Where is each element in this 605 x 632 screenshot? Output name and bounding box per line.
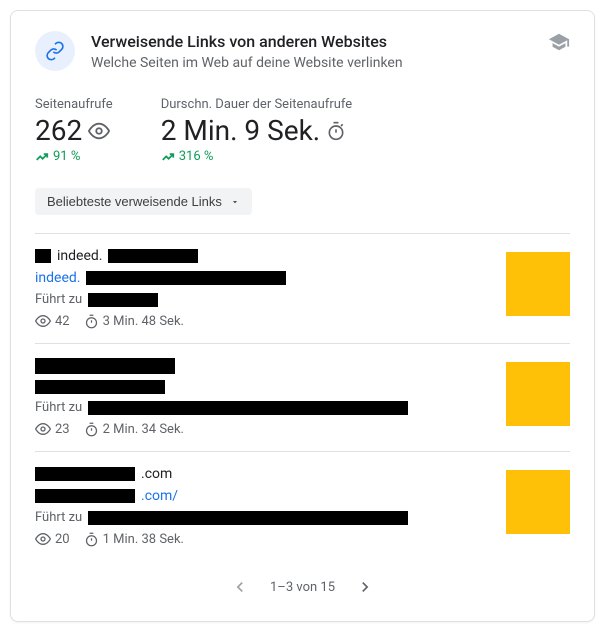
dropdown-label: Beliebteste verweisende Links [47,194,222,209]
item-duration: 1 Min. 38 Sek. [84,532,184,547]
item-source: .com [35,466,490,482]
sort-dropdown[interactable]: Beliebteste verweisende Links [35,188,252,215]
stats-row: Seitenaufrufe 262 91 % Durschn. Dauer de… [35,97,570,164]
redacted-text [35,380,165,394]
referring-links-card: Verweisende Links von anderen Websites W… [10,10,595,622]
item-source: indeed. [35,248,490,264]
item-views: 42 [35,313,70,329]
card-title: Verweisende Links von anderen Websites [91,31,532,53]
stat-duration-label: Durschn. Dauer der Seitenaufrufe [161,97,352,112]
item-target: Führt zu [35,400,490,415]
chevron-right-icon [355,577,375,597]
item-link[interactable]: .com/ [35,488,490,504]
redacted-text [35,467,135,481]
list-item: indeed. indeed. Führt zu 42 3 Min. 48 Se… [35,233,570,343]
pagination: 1–3 von 15 [35,573,570,601]
redacted-text [88,293,158,307]
chevron-down-icon [230,197,240,207]
stat-duration: Durschn. Dauer der Seitenaufrufe 2 Min. … [161,97,352,164]
item-meta: 20 1 Min. 38 Sek. [35,531,490,547]
item-link[interactable] [35,380,490,394]
redacted-text [35,358,175,374]
stopwatch-icon [84,532,99,547]
item-thumbnail [506,470,570,534]
trend-up-icon [35,150,49,164]
link-icon-circle [35,31,75,71]
item-body: Führt zu 23 2 Min. 34 Sek. [35,358,490,437]
stat-duration-value: 2 Min. 9 Sek. [161,114,352,147]
item-target: Führt zu [35,292,490,307]
item-link[interactable]: indeed. [35,270,490,286]
item-target: Führt zu [35,510,490,525]
card-subtitle: Welche Seiten im Web auf deine Website v… [91,53,532,73]
item-meta: 42 3 Min. 48 Sek. [35,313,490,329]
item-views: 23 [35,421,70,437]
eye-icon [35,313,51,329]
redacted-text [88,401,408,415]
list-item: Führt zu 23 2 Min. 34 Sek. [35,343,570,451]
next-page-button[interactable] [351,573,379,601]
stat-views-label: Seitenaufrufe [35,97,113,112]
item-duration: 2 Min. 34 Sek. [84,422,184,437]
item-duration: 3 Min. 48 Sek. [84,314,184,329]
eye-icon [35,531,51,547]
prev-page-button[interactable] [226,573,254,601]
redacted-favicon [35,249,51,263]
redacted-text [88,511,408,525]
redacted-text [108,249,198,263]
header-text-block: Verweisende Links von anderen Websites W… [91,31,532,73]
chevron-left-icon [230,577,250,597]
item-thumbnail [506,252,570,316]
list-item: .com .com/ Führt zu 20 1 Min. 38 Sek. [35,451,570,561]
stat-views: Seitenaufrufe 262 91 % [35,97,113,164]
pager-text: 1–3 von 15 [270,580,335,595]
item-meta: 23 2 Min. 34 Sek. [35,421,490,437]
item-source [35,358,490,374]
stat-duration-change: 316 % [161,149,352,164]
redacted-text [86,271,286,285]
stat-views-change: 91 % [35,149,113,164]
redacted-text [35,489,135,503]
item-body: .com .com/ Führt zu 20 1 Min. 38 Sek. [35,466,490,547]
stat-views-value: 262 [35,114,113,147]
card-header: Verweisende Links von anderen Websites W… [35,31,570,73]
stopwatch-icon [84,314,99,329]
stopwatch-icon [84,422,99,437]
eye-icon [35,421,51,437]
link-icon [45,41,65,61]
eye-icon [88,120,110,142]
item-thumbnail [506,362,570,426]
item-body: indeed. indeed. Führt zu 42 3 Min. 48 Se… [35,248,490,329]
graduation-cap-icon[interactable] [548,31,570,57]
stopwatch-icon [326,121,346,141]
trend-up-icon [161,150,175,164]
item-views: 20 [35,531,70,547]
